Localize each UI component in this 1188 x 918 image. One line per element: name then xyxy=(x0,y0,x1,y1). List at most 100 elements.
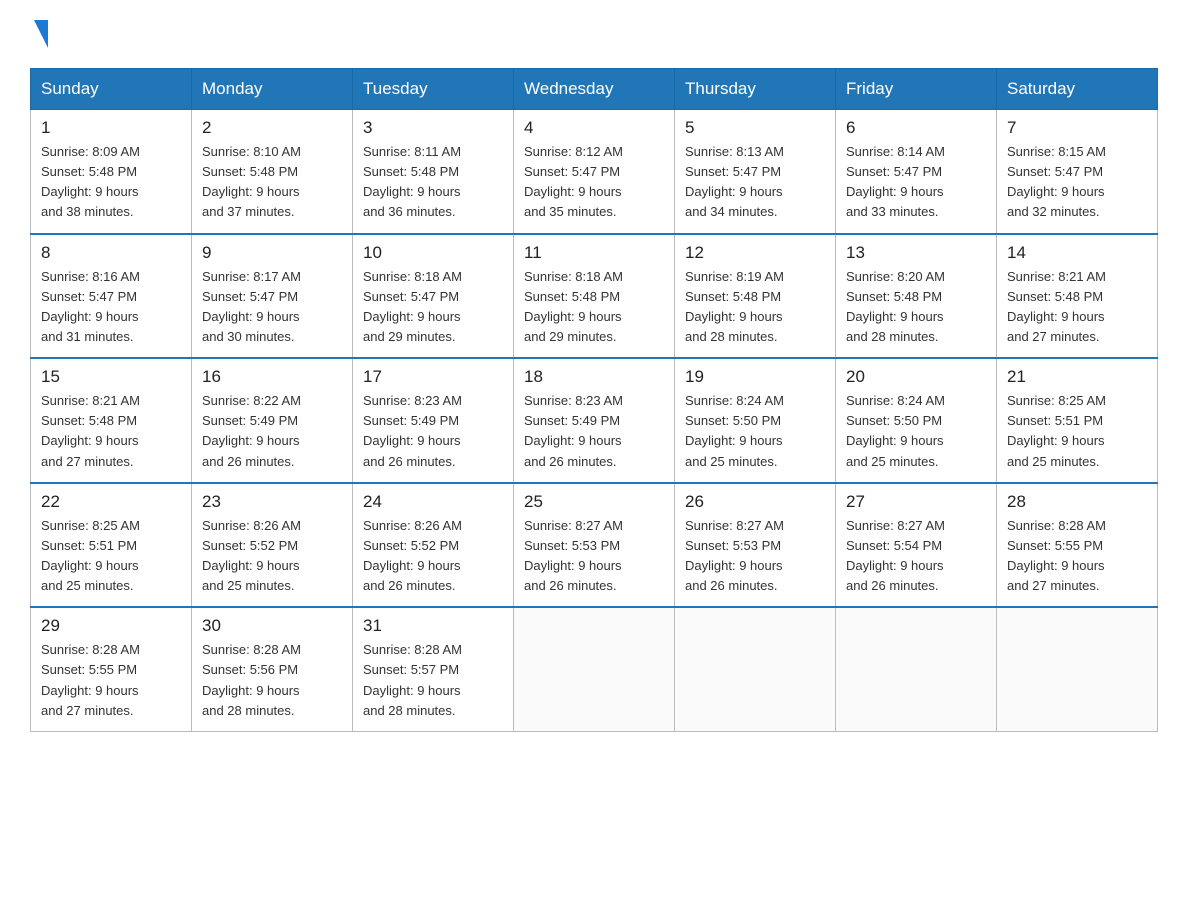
calendar-cell: 28 Sunrise: 8:28 AMSunset: 5:55 PMDaylig… xyxy=(997,483,1158,608)
day-info: Sunrise: 8:19 AMSunset: 5:48 PMDaylight:… xyxy=(685,269,784,344)
calendar-cell: 31 Sunrise: 8:28 AMSunset: 5:57 PMDaylig… xyxy=(353,607,514,731)
calendar-cell: 27 Sunrise: 8:27 AMSunset: 5:54 PMDaylig… xyxy=(836,483,997,608)
day-info: Sunrise: 8:25 AMSunset: 5:51 PMDaylight:… xyxy=(41,518,140,593)
week-row-2: 8 Sunrise: 8:16 AMSunset: 5:47 PMDayligh… xyxy=(31,234,1158,359)
calendar-cell: 23 Sunrise: 8:26 AMSunset: 5:52 PMDaylig… xyxy=(192,483,353,608)
day-info: Sunrise: 8:10 AMSunset: 5:48 PMDaylight:… xyxy=(202,144,301,219)
day-number: 9 xyxy=(202,243,342,263)
calendar-cell: 15 Sunrise: 8:21 AMSunset: 5:48 PMDaylig… xyxy=(31,358,192,483)
day-info: Sunrise: 8:15 AMSunset: 5:47 PMDaylight:… xyxy=(1007,144,1106,219)
day-number: 21 xyxy=(1007,367,1147,387)
calendar-cell xyxy=(675,607,836,731)
day-number: 4 xyxy=(524,118,664,138)
calendar-cell: 29 Sunrise: 8:28 AMSunset: 5:55 PMDaylig… xyxy=(31,607,192,731)
calendar-cell: 19 Sunrise: 8:24 AMSunset: 5:50 PMDaylig… xyxy=(675,358,836,483)
day-number: 23 xyxy=(202,492,342,512)
day-number: 12 xyxy=(685,243,825,263)
day-number: 16 xyxy=(202,367,342,387)
calendar-cell: 14 Sunrise: 8:21 AMSunset: 5:48 PMDaylig… xyxy=(997,234,1158,359)
day-info: Sunrise: 8:12 AMSunset: 5:47 PMDaylight:… xyxy=(524,144,623,219)
day-number: 18 xyxy=(524,367,664,387)
day-number: 31 xyxy=(363,616,503,636)
day-info: Sunrise: 8:13 AMSunset: 5:47 PMDaylight:… xyxy=(685,144,784,219)
calendar-cell: 13 Sunrise: 8:20 AMSunset: 5:48 PMDaylig… xyxy=(836,234,997,359)
day-info: Sunrise: 8:20 AMSunset: 5:48 PMDaylight:… xyxy=(846,269,945,344)
day-info: Sunrise: 8:21 AMSunset: 5:48 PMDaylight:… xyxy=(1007,269,1106,344)
day-number: 11 xyxy=(524,243,664,263)
day-number: 7 xyxy=(1007,118,1147,138)
page-header xyxy=(30,20,1158,50)
day-number: 6 xyxy=(846,118,986,138)
weekday-header-row: SundayMondayTuesdayWednesdayThursdayFrid… xyxy=(31,69,1158,110)
day-info: Sunrise: 8:23 AMSunset: 5:49 PMDaylight:… xyxy=(524,393,623,468)
day-info: Sunrise: 8:22 AMSunset: 5:49 PMDaylight:… xyxy=(202,393,301,468)
calendar-cell: 10 Sunrise: 8:18 AMSunset: 5:47 PMDaylig… xyxy=(353,234,514,359)
day-info: Sunrise: 8:27 AMSunset: 5:53 PMDaylight:… xyxy=(685,518,784,593)
logo xyxy=(30,20,48,50)
day-info: Sunrise: 8:28 AMSunset: 5:57 PMDaylight:… xyxy=(363,642,462,717)
day-info: Sunrise: 8:23 AMSunset: 5:49 PMDaylight:… xyxy=(363,393,462,468)
weekday-header-monday: Monday xyxy=(192,69,353,110)
day-info: Sunrise: 8:17 AMSunset: 5:47 PMDaylight:… xyxy=(202,269,301,344)
calendar-cell: 1 Sunrise: 8:09 AMSunset: 5:48 PMDayligh… xyxy=(31,110,192,234)
calendar-cell: 21 Sunrise: 8:25 AMSunset: 5:51 PMDaylig… xyxy=(997,358,1158,483)
day-info: Sunrise: 8:24 AMSunset: 5:50 PMDaylight:… xyxy=(846,393,945,468)
weekday-header-wednesday: Wednesday xyxy=(514,69,675,110)
calendar-table: SundayMondayTuesdayWednesdayThursdayFrid… xyxy=(30,68,1158,732)
day-number: 28 xyxy=(1007,492,1147,512)
day-info: Sunrise: 8:28 AMSunset: 5:55 PMDaylight:… xyxy=(41,642,140,717)
day-number: 13 xyxy=(846,243,986,263)
calendar-cell: 25 Sunrise: 8:27 AMSunset: 5:53 PMDaylig… xyxy=(514,483,675,608)
day-number: 25 xyxy=(524,492,664,512)
calendar-cell: 5 Sunrise: 8:13 AMSunset: 5:47 PMDayligh… xyxy=(675,110,836,234)
day-number: 17 xyxy=(363,367,503,387)
day-info: Sunrise: 8:28 AMSunset: 5:56 PMDaylight:… xyxy=(202,642,301,717)
week-row-5: 29 Sunrise: 8:28 AMSunset: 5:55 PMDaylig… xyxy=(31,607,1158,731)
logo-triangle-icon xyxy=(34,20,48,48)
calendar-cell xyxy=(997,607,1158,731)
calendar-cell: 7 Sunrise: 8:15 AMSunset: 5:47 PMDayligh… xyxy=(997,110,1158,234)
calendar-cell: 26 Sunrise: 8:27 AMSunset: 5:53 PMDaylig… xyxy=(675,483,836,608)
calendar-cell: 22 Sunrise: 8:25 AMSunset: 5:51 PMDaylig… xyxy=(31,483,192,608)
day-number: 19 xyxy=(685,367,825,387)
calendar-cell: 30 Sunrise: 8:28 AMSunset: 5:56 PMDaylig… xyxy=(192,607,353,731)
day-number: 10 xyxy=(363,243,503,263)
day-info: Sunrise: 8:11 AMSunset: 5:48 PMDaylight:… xyxy=(363,144,461,219)
week-row-4: 22 Sunrise: 8:25 AMSunset: 5:51 PMDaylig… xyxy=(31,483,1158,608)
week-row-3: 15 Sunrise: 8:21 AMSunset: 5:48 PMDaylig… xyxy=(31,358,1158,483)
day-info: Sunrise: 8:24 AMSunset: 5:50 PMDaylight:… xyxy=(685,393,784,468)
weekday-header-tuesday: Tuesday xyxy=(353,69,514,110)
day-number: 5 xyxy=(685,118,825,138)
day-info: Sunrise: 8:14 AMSunset: 5:47 PMDaylight:… xyxy=(846,144,945,219)
calendar-cell: 9 Sunrise: 8:17 AMSunset: 5:47 PMDayligh… xyxy=(192,234,353,359)
day-number: 24 xyxy=(363,492,503,512)
calendar-cell: 11 Sunrise: 8:18 AMSunset: 5:48 PMDaylig… xyxy=(514,234,675,359)
day-info: Sunrise: 8:18 AMSunset: 5:48 PMDaylight:… xyxy=(524,269,623,344)
day-number: 26 xyxy=(685,492,825,512)
weekday-header-thursday: Thursday xyxy=(675,69,836,110)
weekday-header-friday: Friday xyxy=(836,69,997,110)
calendar-cell: 3 Sunrise: 8:11 AMSunset: 5:48 PMDayligh… xyxy=(353,110,514,234)
day-info: Sunrise: 8:26 AMSunset: 5:52 PMDaylight:… xyxy=(202,518,301,593)
calendar-cell: 6 Sunrise: 8:14 AMSunset: 5:47 PMDayligh… xyxy=(836,110,997,234)
calendar-cell: 24 Sunrise: 8:26 AMSunset: 5:52 PMDaylig… xyxy=(353,483,514,608)
day-info: Sunrise: 8:28 AMSunset: 5:55 PMDaylight:… xyxy=(1007,518,1106,593)
calendar-cell: 4 Sunrise: 8:12 AMSunset: 5:47 PMDayligh… xyxy=(514,110,675,234)
calendar-cell: 20 Sunrise: 8:24 AMSunset: 5:50 PMDaylig… xyxy=(836,358,997,483)
day-number: 27 xyxy=(846,492,986,512)
day-info: Sunrise: 8:27 AMSunset: 5:53 PMDaylight:… xyxy=(524,518,623,593)
weekday-header-saturday: Saturday xyxy=(997,69,1158,110)
day-info: Sunrise: 8:16 AMSunset: 5:47 PMDaylight:… xyxy=(41,269,140,344)
day-number: 15 xyxy=(41,367,181,387)
day-info: Sunrise: 8:21 AMSunset: 5:48 PMDaylight:… xyxy=(41,393,140,468)
day-number: 3 xyxy=(363,118,503,138)
week-row-1: 1 Sunrise: 8:09 AMSunset: 5:48 PMDayligh… xyxy=(31,110,1158,234)
weekday-header-sunday: Sunday xyxy=(31,69,192,110)
day-info: Sunrise: 8:18 AMSunset: 5:47 PMDaylight:… xyxy=(363,269,462,344)
calendar-cell: 17 Sunrise: 8:23 AMSunset: 5:49 PMDaylig… xyxy=(353,358,514,483)
day-number: 1 xyxy=(41,118,181,138)
day-number: 22 xyxy=(41,492,181,512)
calendar-cell: 16 Sunrise: 8:22 AMSunset: 5:49 PMDaylig… xyxy=(192,358,353,483)
day-number: 20 xyxy=(846,367,986,387)
calendar-cell: 2 Sunrise: 8:10 AMSunset: 5:48 PMDayligh… xyxy=(192,110,353,234)
